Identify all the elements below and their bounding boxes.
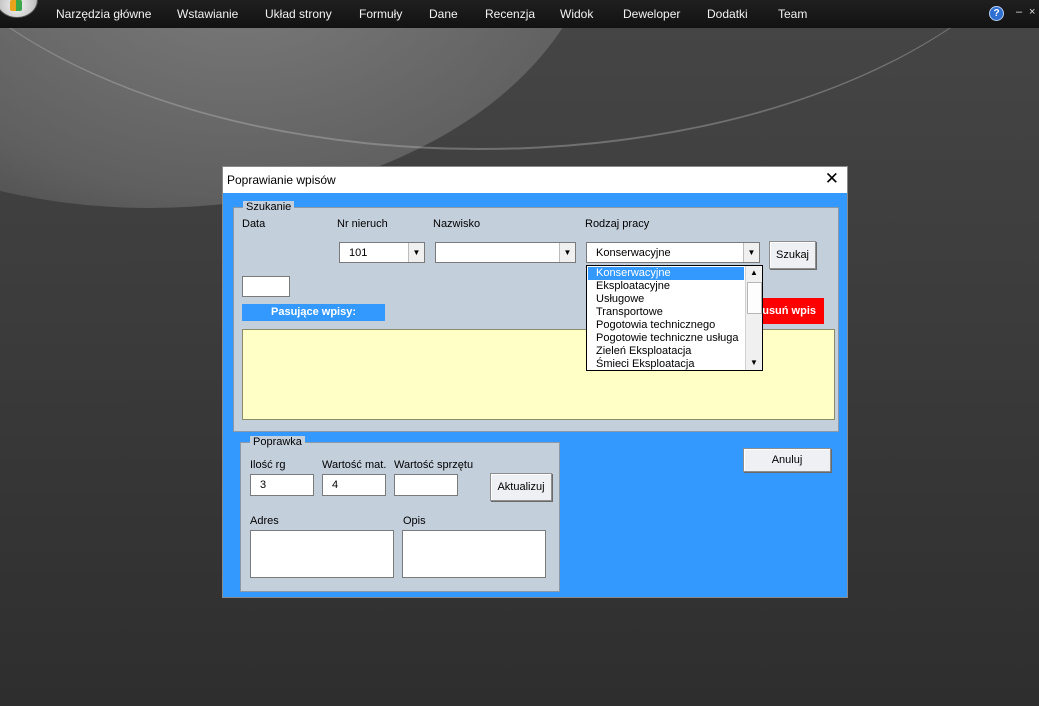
office-logo-icon (10, 0, 22, 11)
dropdown-option[interactable]: Eksploatacyjne (588, 280, 744, 293)
menu-formulas[interactable]: Formuły (359, 7, 402, 21)
equipment-value-label: Wartość sprzętu (394, 459, 474, 471)
dropdown-scrollbar[interactable]: ▲ ▼ (745, 266, 762, 370)
scroll-thumb[interactable] (747, 282, 762, 314)
ribbon-menu-bar: Narzędzia główne Wstawianie Układ strony… (0, 0, 1039, 28)
help-icon[interactable]: ? (989, 6, 1004, 21)
menu-data[interactable]: Dane (429, 7, 458, 21)
scroll-down-icon[interactable]: ▼ (746, 356, 762, 370)
search-button-label: Szukaj (775, 249, 810, 261)
dropdown-option[interactable]: Zieleń Eksploatacja (588, 345, 744, 358)
update-button[interactable]: Aktualizuj (490, 473, 552, 501)
work-type-combo[interactable]: Konserwacyjne ▼ (586, 242, 760, 263)
close-icon[interactable]: ✕ (825, 170, 839, 188)
work-type-dropdown-list[interactable]: Konserwacyjne Eksploatacyjne Usługowe Tr… (586, 265, 763, 371)
menu-home[interactable]: Narzędzia główne (56, 7, 151, 21)
quantity-input[interactable]: 3 (250, 474, 314, 496)
delete-entry-button[interactable]: usuń wpis (757, 298, 824, 324)
dropdown-option[interactable]: Usługowe (588, 293, 744, 306)
equipment-value-input[interactable] (394, 474, 458, 496)
scroll-up-icon[interactable]: ▲ (746, 266, 762, 280)
search-frame-title: Szukanie (243, 201, 295, 213)
dialog-titlebar[interactable]: Poprawianie wpisów ✕ (223, 167, 847, 193)
chevron-down-icon[interactable]: ▼ (743, 243, 759, 262)
material-value-label: Wartość mat. (322, 459, 387, 471)
surname-combo[interactable]: ▼ (435, 242, 576, 263)
cancel-button[interactable]: Anuluj (743, 448, 831, 472)
close-workbook-icon[interactable]: × (1029, 6, 1035, 18)
correction-frame-title: Poprawka (250, 436, 305, 448)
menu-team[interactable]: Team (778, 7, 807, 21)
update-button-label: Aktualizuj (497, 481, 545, 493)
dialog-title: Poprawianie wpisów (227, 173, 336, 187)
menu-insert[interactable]: Wstawianie (177, 7, 238, 21)
correction-frame: Poprawka Ilość rg Wartość mat. Wartość s… (240, 436, 560, 592)
work-type-label: Rodzaj pracy (585, 218, 650, 230)
dropdown-option[interactable]: Śmieci Eksploatacja (588, 358, 744, 370)
search-frame: Szukanie Data Nr nieruch Nazwisko Rodzaj… (233, 201, 839, 432)
address-input[interactable] (250, 530, 394, 578)
property-number-label: Nr nieruch (337, 218, 388, 230)
material-value-input[interactable]: 4 (322, 474, 386, 496)
chevron-down-icon[interactable]: ▼ (408, 243, 424, 262)
edit-entries-dialog: Poprawianie wpisów ✕ Szukanie Data Nr ni… (222, 166, 848, 598)
dropdown-option[interactable]: Konserwacyjne (588, 267, 744, 280)
menu-addins[interactable]: Dodatki (707, 7, 748, 21)
menu-review[interactable]: Recenzja (485, 7, 535, 21)
menu-page-layout[interactable]: Układ strony (265, 7, 332, 21)
date-label: Data (242, 218, 266, 230)
property-number-combo[interactable]: 101 ▼ (339, 242, 425, 263)
quantity-label: Ilość rg (250, 459, 286, 471)
menu-developer[interactable]: Deweloper (623, 7, 680, 21)
menu-view[interactable]: Widok (560, 7, 593, 21)
minimize-icon[interactable]: – (1016, 6, 1022, 18)
address-label: Adres (250, 515, 279, 527)
cancel-button-label: Anuluj (771, 454, 803, 466)
chevron-down-icon[interactable]: ▼ (559, 243, 575, 262)
dropdown-option[interactable]: Pogotowia technicznego (588, 319, 744, 332)
description-label: Opis (403, 515, 426, 527)
property-number-value: 101 (349, 247, 368, 259)
description-input[interactable] (402, 530, 546, 578)
work-type-value: Konserwacyjne (596, 247, 671, 259)
office-button[interactable] (0, 0, 38, 18)
dropdown-option[interactable]: Pogotowie techniczne usługa (588, 332, 744, 345)
matching-entries-header: Pasujące wpisy: (242, 304, 385, 321)
surname-label: Nazwisko (433, 218, 481, 230)
search-button[interactable]: Szukaj (769, 241, 816, 269)
date-input[interactable] (242, 276, 290, 297)
dropdown-option[interactable]: Transportowe (588, 306, 744, 319)
